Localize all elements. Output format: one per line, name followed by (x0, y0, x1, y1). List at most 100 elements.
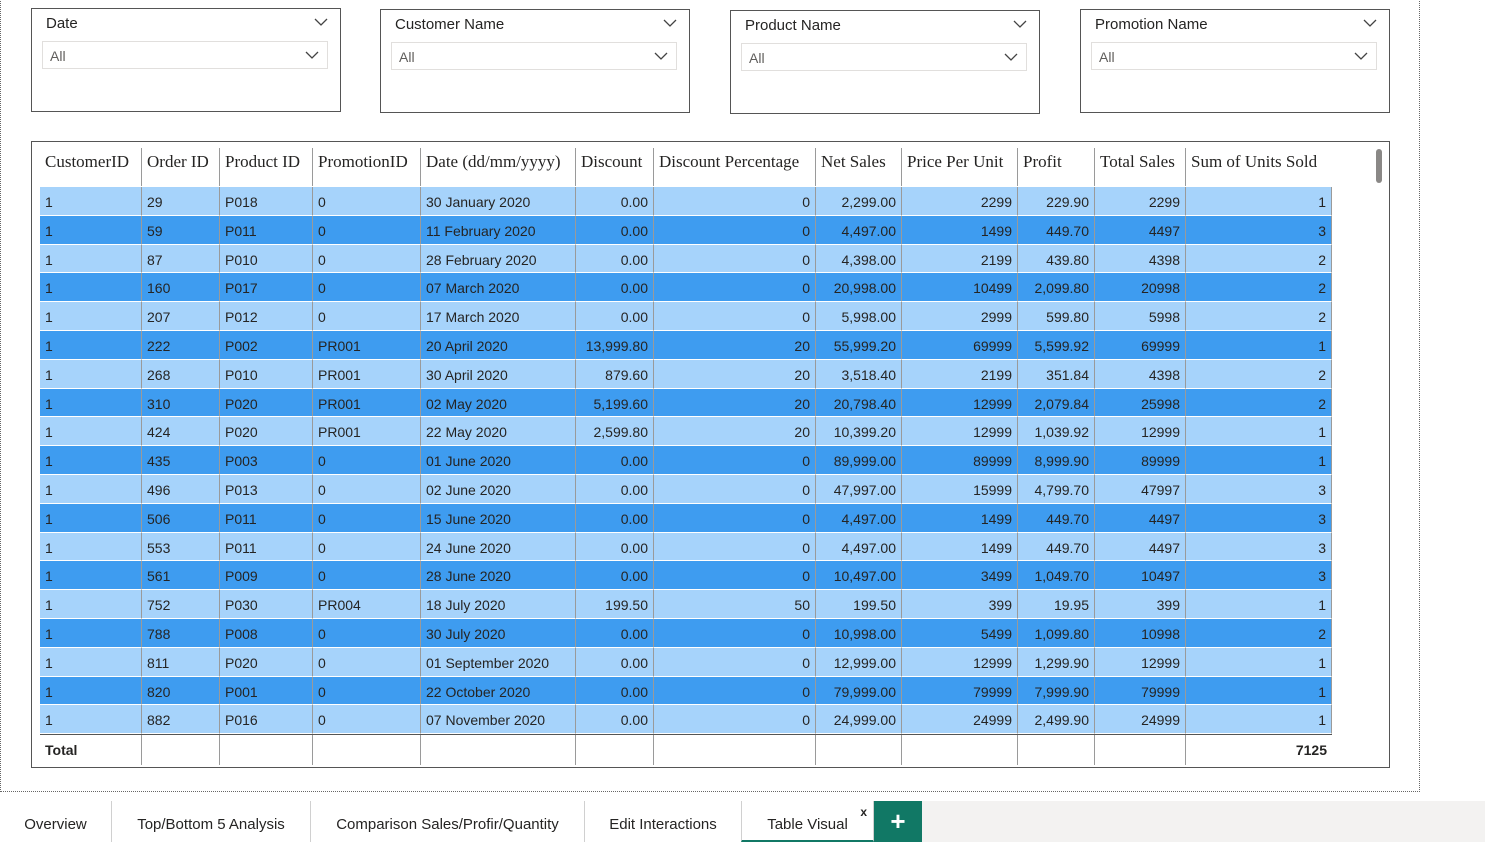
table-cell: 5499 (902, 618, 1018, 648)
table-body: 1 29 P018 0 30 January 2020 0.00 0 2,299.00 2299… (40, 187, 1332, 735)
slicer-dropdown[interactable]: All (741, 43, 1027, 71)
table-cell: 0 (654, 561, 816, 591)
table-cell: 399 (1095, 590, 1186, 619)
totals-cell (220, 735, 313, 765)
table-cell: 0 (313, 302, 421, 331)
table-cell: 0.00 (576, 215, 654, 245)
table-cell: 0.00 (576, 503, 654, 533)
column-header[interactable]: Net Sales (816, 148, 902, 186)
table-cell: 30 July 2020 (421, 618, 576, 648)
table-row[interactable]: 1 553 P011 0 24 June 2020 0.00 0 4,497.00 1499 44… (40, 532, 1332, 562)
table-cell: 0.00 (576, 561, 654, 591)
chevron-down-icon[interactable] (305, 48, 319, 62)
tab-comparison-sales[interactable]: Comparison Sales/Profir/Quantity (311, 801, 585, 842)
column-header[interactable]: Total Sales (1095, 148, 1186, 186)
slicer-header[interactable]: Product Name (745, 17, 1027, 37)
chevron-down-icon[interactable] (1363, 16, 1377, 30)
column-header[interactable]: Discount Percentage (654, 148, 816, 186)
column-header[interactable]: Profit (1018, 148, 1095, 186)
table-row[interactable]: 1 788 P008 0 30 July 2020 0.00 0 10,998.00 5499 1… (40, 618, 1332, 648)
table-cell: 30 January 2020 (421, 187, 576, 216)
table-cell: 28 June 2020 (421, 561, 576, 591)
table-row[interactable]: 1 87 P010 0 28 February 2020 0.00 0 4,398.00 219… (40, 244, 1332, 274)
tab-overview[interactable]: Overview (0, 801, 112, 842)
table-row[interactable]: 1 207 P012 0 17 March 2020 0.00 0 5,998.00 2999 5… (40, 302, 1332, 331)
table-visual[interactable]: CustomerID Order ID Product ID PromotionID D… (31, 141, 1390, 768)
table-cell: 1 (1186, 705, 1332, 735)
table-row[interactable]: 1 752 P030 PR004 18 July 2020 199.50 50 199.50 3… (40, 590, 1332, 619)
table-cell: 1,099.80 (1018, 618, 1095, 648)
table-cell: PR004 (313, 590, 421, 619)
table-cell: 268 (142, 359, 220, 389)
slicer-header[interactable]: Promotion Name (1095, 16, 1377, 36)
column-header[interactable]: PromotionID (313, 148, 421, 186)
chevron-down-icon[interactable] (1004, 50, 1018, 64)
table-cell: 25998 (1095, 388, 1186, 418)
table-row[interactable]: 1 561 P009 0 28 June 2020 0.00 0 10,497.00 3499 1… (40, 561, 1332, 591)
chevron-down-icon[interactable] (663, 16, 677, 30)
table-cell: 0 (313, 705, 421, 735)
slicer-dropdown[interactable]: All (1091, 42, 1377, 70)
column-header[interactable]: Discount (576, 148, 654, 186)
table-row[interactable]: 1 435 P003 0 01 June 2020 0.00 0 89,999.00 89999… (40, 446, 1332, 475)
table-cell: 1 (40, 244, 142, 274)
tab-label: Comparison Sales/Profir/Quantity (336, 816, 559, 833)
table-cell: 0.00 (576, 618, 654, 648)
table-row[interactable]: 1 496 P013 0 02 June 2020 0.00 0 47,997.00 15999… (40, 474, 1332, 504)
column-header[interactable]: Order ID (142, 148, 220, 186)
table-cell: 02 June 2020 (421, 474, 576, 504)
column-header[interactable]: Sum of Units Sold (1186, 148, 1332, 186)
column-header[interactable]: Date (dd/mm/yyyy) (421, 148, 576, 186)
column-header[interactable]: Price Per Unit (902, 148, 1018, 186)
chevron-down-icon[interactable] (314, 15, 328, 29)
slicer-product-name[interactable]: Product Name All (730, 10, 1040, 114)
slicer-header[interactable]: Date (46, 15, 328, 35)
table-row[interactable]: 1 268 P010 PR001 30 April 2020 879.60 20 3,518.… (40, 359, 1332, 389)
table-cell: 0.00 (576, 244, 654, 274)
table-cell: 24,999.00 (816, 705, 902, 735)
table-cell: 439.80 (1018, 244, 1095, 274)
slicer-header[interactable]: Customer Name (395, 16, 677, 36)
table-row[interactable]: 1 811 P020 0 01 September 2020 0.00 0 12,999.00… (40, 647, 1332, 677)
slicer-date[interactable]: Date All (31, 8, 341, 112)
table-cell: P010 (220, 244, 313, 274)
table-cell: 1 (40, 359, 142, 389)
slicer-dropdown[interactable]: All (42, 41, 328, 69)
table-row[interactable]: 1 160 P017 0 07 March 2020 0.00 0 20,998.00 1049… (40, 273, 1332, 303)
chevron-down-icon[interactable] (1013, 17, 1027, 31)
totals-cell: 7125 (1295, 742, 1327, 758)
slicer-customer-name[interactable]: Customer Name All (380, 9, 690, 113)
slicer-dropdown[interactable]: All (391, 42, 677, 70)
table-row[interactable]: 1 424 P020 PR001 22 May 2020 2,599.80 20 10,399… (40, 417, 1332, 447)
table-cell: 5,998.00 (816, 302, 902, 331)
table-row[interactable]: 1 29 P018 0 30 January 2020 0.00 0 2,299.00 2299… (40, 187, 1332, 216)
column-header[interactable]: CustomerID (40, 148, 142, 186)
table-row[interactable]: 1 882 P016 0 07 November 2020 0.00 0 24,999.00 2… (40, 705, 1332, 735)
chevron-down-icon[interactable] (654, 49, 668, 63)
slicer-value: All (50, 48, 66, 64)
table-row[interactable]: 1 506 P011 0 15 June 2020 0.00 0 4,497.00 1499 44… (40, 503, 1332, 533)
table-cell: 1 (1186, 590, 1332, 619)
tab-table-visual[interactable]: Table Visual x (741, 801, 874, 842)
vertical-scrollbar[interactable] (1376, 149, 1382, 183)
close-tab-icon[interactable]: x (860, 805, 867, 819)
column-header[interactable]: Product ID (220, 148, 313, 186)
table-row[interactable]: 1 310 P020 PR001 02 May 2020 5,199.60 20 20,798… (40, 388, 1332, 418)
table-cell: 1,049.70 (1018, 561, 1095, 591)
table-cell: 0.00 (576, 187, 654, 216)
table-cell: 0.00 (576, 676, 654, 706)
add-page-button[interactable]: + (874, 801, 922, 842)
table-cell: P009 (220, 561, 313, 591)
table-cell: 1,039.92 (1018, 417, 1095, 447)
slicer-promotion-name[interactable]: Promotion Name All (1080, 9, 1390, 113)
table-cell: 0 (313, 446, 421, 475)
table-cell: 0.00 (576, 446, 654, 475)
table-cell: 10,497.00 (816, 561, 902, 591)
table-row[interactable]: 1 222 P002 PR001 20 April 2020 13,999.80 20 55,… (40, 330, 1332, 360)
tab-edit-interactions[interactable]: Edit Interactions (585, 801, 742, 842)
tab-top-bottom-5-analysis[interactable]: Top/Bottom 5 Analysis (112, 801, 311, 842)
table-row[interactable]: 1 820 P001 0 22 October 2020 0.00 0 79,999.00 79… (40, 676, 1332, 706)
chevron-down-icon[interactable] (1354, 49, 1368, 63)
table-row[interactable]: 1 59 P011 0 11 February 2020 0.00 0 4,497.00 149… (40, 215, 1332, 245)
table-cell: 4398 (1095, 244, 1186, 274)
